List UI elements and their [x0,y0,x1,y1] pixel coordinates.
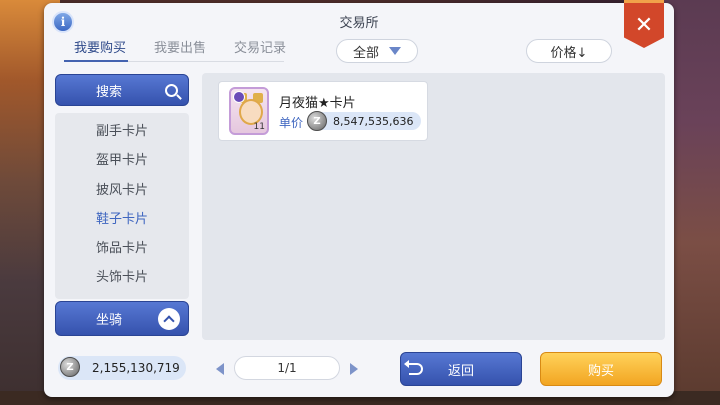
category-item-armor[interactable]: 盔甲卡片 [55,146,189,175]
page-indicator: 1/1 [234,356,340,380]
next-page-icon[interactable] [350,363,358,375]
prev-page-icon[interactable] [216,363,224,375]
category-item-cloak[interactable]: 披风卡片 [55,176,189,205]
tab-history[interactable]: 交易记录 [220,37,300,61]
card-type-badge-icon [233,91,245,103]
tab-bar: 我要购买 我要出售 交易记录 [60,37,300,61]
search-label: 搜索 [96,84,123,100]
category-item-accessory[interactable]: 饰品卡片 [55,234,189,263]
balance-value: 2,155,130,719 [92,361,180,375]
z-coin-icon: Z [60,357,80,377]
category-list: 副手卡片 盔甲卡片 披风卡片 鞋子卡片 饰品卡片 头饰卡片 [55,113,189,299]
category-item-shoes[interactable]: 鞋子卡片 [55,205,189,234]
buy-button[interactable]: 购买 [540,352,662,386]
sort-button[interactable]: 价格↓ [526,39,612,63]
tab-sell[interactable]: 我要出售 [140,37,220,61]
filter-value: 全部 [352,45,379,61]
back-button[interactable]: 返回 [400,352,522,386]
item-name: 月夜猫★卡片 [279,96,356,111]
unit-price-value: 8,547,535,636 [333,114,414,128]
page-number: 1/1 [277,361,297,375]
price-pill: Z 8,547,535,636 [307,111,421,131]
search-icon [165,84,178,97]
search-button[interactable]: 搜索 [55,74,189,106]
unit-price-label: 单价 [279,116,304,130]
tab-active-indicator [64,60,128,62]
category-item-offhand[interactable]: 副手卡片 [55,117,189,146]
trade-panel: i 交易所 我要购买 我要出售 交易记录 全部 价格↓ 搜索 副手卡片 盔甲卡片… [44,0,674,397]
tab-buy[interactable]: 我要购买 [60,37,140,61]
buy-label: 购买 [587,363,614,379]
mount-category-button[interactable]: 坐骑 [55,301,189,336]
dropdown-arrow-icon [389,47,401,55]
listing-card[interactable]: 11 月夜猫★卡片 单价 Z 8,547,535,636 [218,81,428,141]
close-icon: ✕ [634,13,654,38]
filter-dropdown[interactable]: 全部 [336,39,418,63]
card-item-icon: 11 [229,87,269,135]
currency-balance: Z 2,155,130,719 [58,356,186,380]
mount-label: 坐骑 [96,313,123,328]
window-title: 交易所 [339,16,379,31]
close-button[interactable]: ✕ [624,0,664,48]
sort-label: 价格↓ [550,45,588,61]
back-label: 返回 [447,363,474,379]
category-item-headwear[interactable]: 头饰卡片 [55,263,189,292]
return-arrow-icon [404,360,423,375]
collapse-icon [158,308,180,330]
item-count: 11 [253,122,265,132]
listing-area: 11 月夜猫★卡片 单价 Z 8,547,535,636 [202,73,665,340]
chevron-up-icon [163,315,175,327]
z-coin-icon: Z [307,111,327,131]
